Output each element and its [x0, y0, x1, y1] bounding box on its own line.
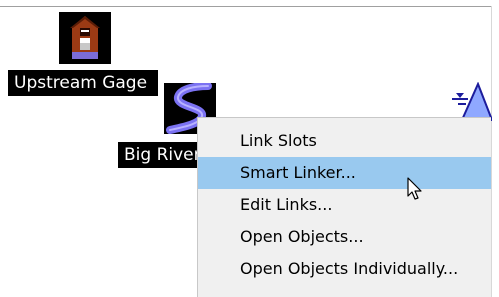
menu-item-open-objects-individually[interactable]: Open Objects Individually...	[198, 253, 491, 285]
node-label-upstream-gage[interactable]: Upstream Gage	[8, 70, 158, 96]
menu-item-open-objects[interactable]: Open Objects...	[198, 221, 491, 253]
menu-item-smart-linker[interactable]: Smart Linker...	[198, 157, 491, 189]
gage-house-icon[interactable]	[59, 12, 111, 64]
context-menu: Link Slots Smart Linker... Edit Links...…	[197, 117, 491, 297]
node-label-big-river[interactable]: Big River	[118, 142, 199, 168]
arrow-pointer-icon	[407, 177, 425, 201]
menu-item-link-slots[interactable]: Link Slots	[198, 125, 491, 157]
workspace-top-border	[0, 6, 492, 7]
workspace-right-border	[491, 6, 492, 297]
menu-item-edit-links[interactable]: Edit Links...	[198, 189, 491, 221]
reservoir-triangle-icon[interactable]	[448, 81, 494, 122]
